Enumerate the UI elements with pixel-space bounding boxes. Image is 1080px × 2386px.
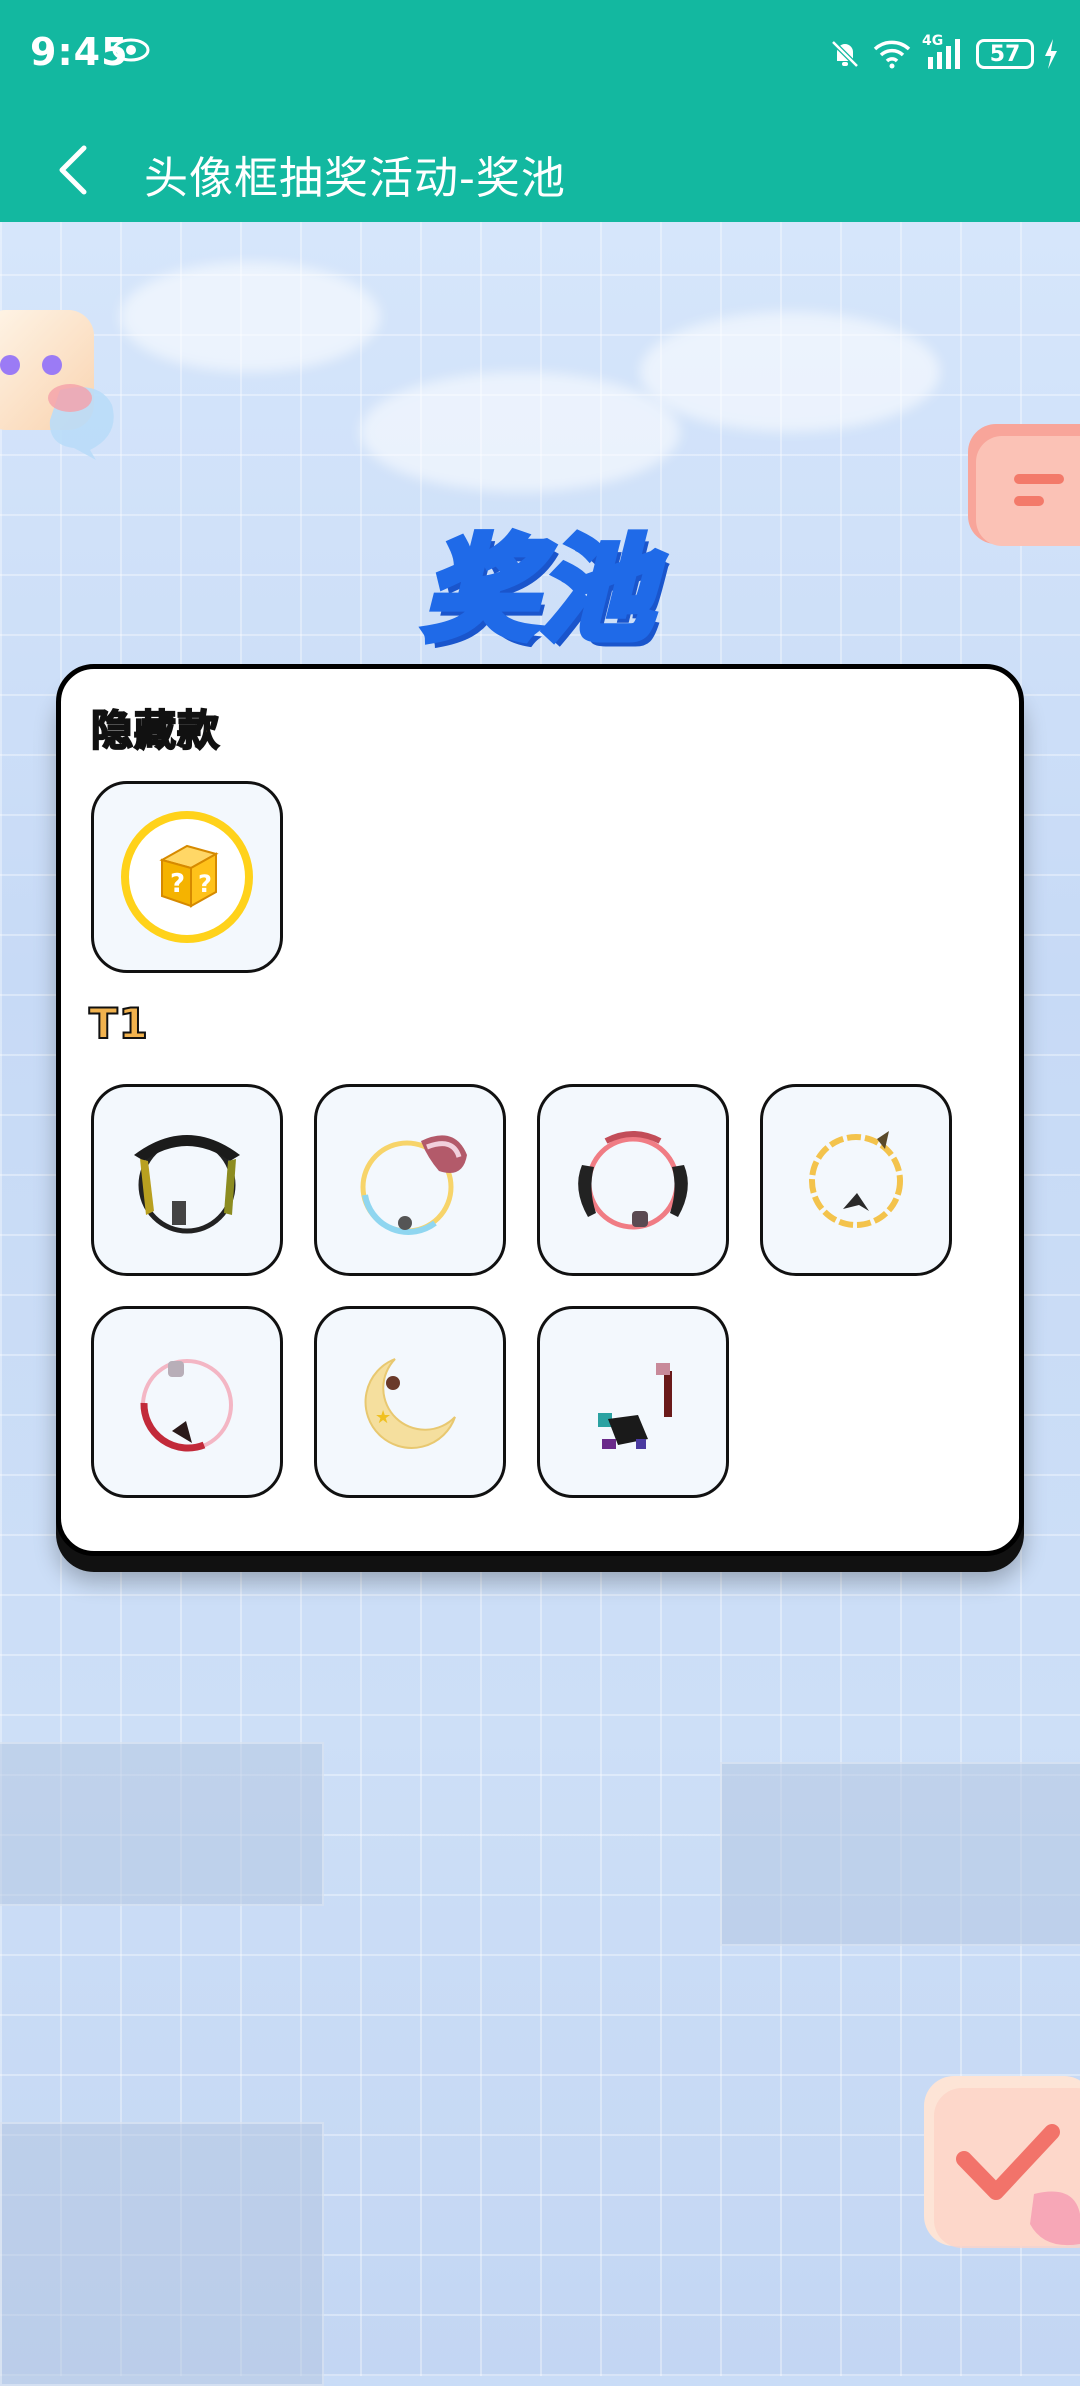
mute-bell-icon bbox=[831, 40, 859, 68]
prize-tile-frame-4[interactable] bbox=[760, 1084, 952, 1276]
prize-tile-frame-3[interactable] bbox=[537, 1084, 729, 1276]
cellular-signal: 4G bbox=[922, 33, 966, 71]
prize-tile-frame-5[interactable] bbox=[91, 1306, 283, 1498]
chat-bubble-icon bbox=[0, 310, 114, 460]
prize-pool-card: 隐藏款 ? ? T1 ★ bbox=[56, 664, 1024, 1556]
section-label-t1: T1 bbox=[88, 998, 149, 1049]
dark-character-frame-icon bbox=[598, 1363, 672, 1449]
battery-indicator: 57 bbox=[976, 39, 1034, 69]
svg-text:?: ? bbox=[198, 870, 212, 898]
prize-tile-frame-2[interactable] bbox=[314, 1084, 506, 1276]
status-bar: 9:45 4G 57 bbox=[0, 0, 1080, 118]
svg-text:?: ? bbox=[170, 869, 185, 899]
prize-tile-frame-1[interactable] bbox=[91, 1084, 283, 1276]
back-button[interactable] bbox=[46, 130, 126, 210]
checkmark-card-icon bbox=[924, 2076, 1080, 2248]
prize-tile-frame-7[interactable] bbox=[537, 1306, 729, 1498]
svg-text:★: ★ bbox=[375, 1407, 391, 1428]
moon-frame-icon: ★ bbox=[364, 1358, 456, 1449]
dark-roof-frame-icon bbox=[134, 1135, 240, 1234]
prize-tile-frame-6[interactable]: ★ bbox=[314, 1306, 506, 1498]
app-bar: 头像框抽奖活动-奖池 bbox=[0, 118, 1080, 222]
battery-level: 57 bbox=[989, 41, 1021, 67]
page-title: 头像框抽奖活动-奖池 bbox=[144, 153, 566, 204]
signal-icon bbox=[928, 39, 960, 69]
mystery-box-icon: ? ? bbox=[121, 811, 253, 943]
status-icons: 4G 57 bbox=[828, 33, 1058, 74]
charging-icon bbox=[1045, 39, 1057, 69]
golden-ring-frame-icon bbox=[809, 1131, 903, 1228]
pool-title: 奖池 bbox=[420, 522, 656, 660]
wifi-icon bbox=[873, 40, 911, 69]
rainbow-frame-icon bbox=[360, 1135, 467, 1235]
crimson-frame-icon bbox=[140, 1359, 233, 1452]
prize-tile-mystery-box[interactable]: ? ? bbox=[91, 781, 283, 973]
pink-ring-frame-icon bbox=[578, 1131, 688, 1230]
section-label-hidden: 隐藏款 bbox=[90, 705, 221, 756]
eye-icon bbox=[112, 38, 150, 62]
